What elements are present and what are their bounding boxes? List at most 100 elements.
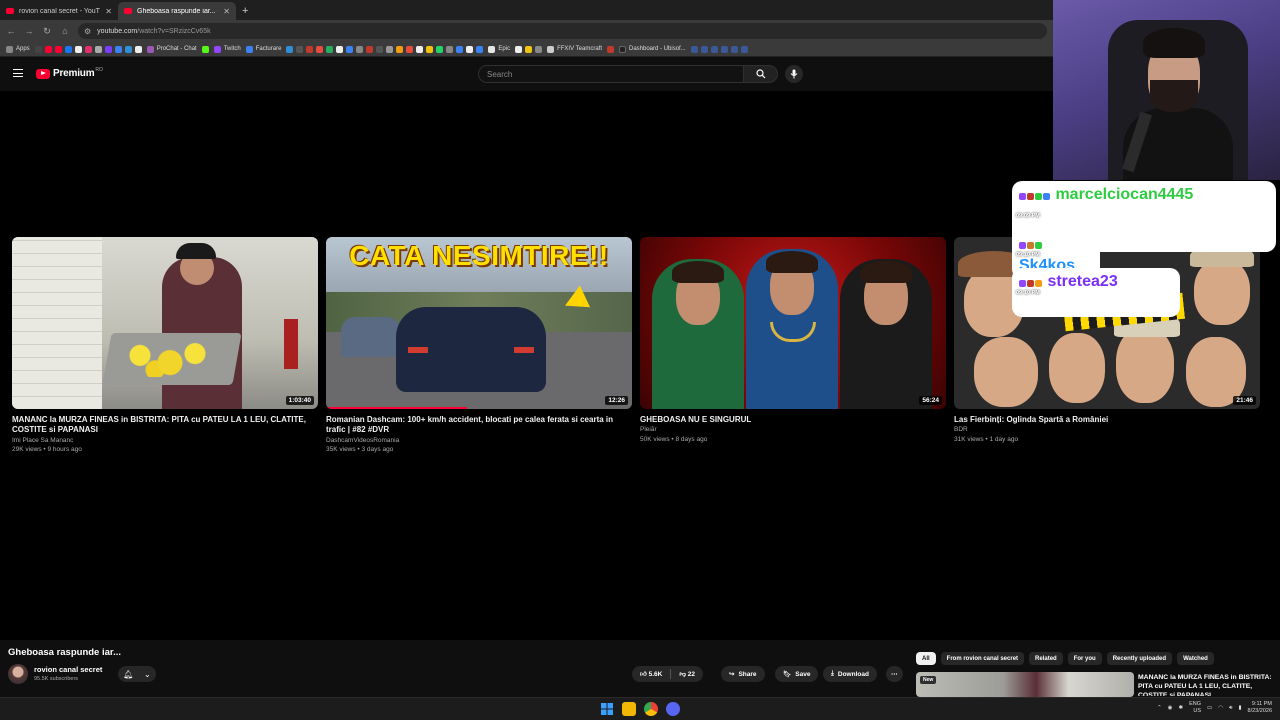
bookmark-facturare[interactable]: Facturare [245,45,281,53]
instagram-bookmark-icon[interactable] [84,45,92,53]
chip-all[interactable]: All [916,652,936,665]
search-button[interactable] [744,65,778,83]
channel-name[interactable]: rovion canal secret [34,665,102,674]
bookmark-icon[interactable] [356,45,364,53]
close-tab-icon[interactable]: ✕ [223,7,230,16]
bookmark-icon[interactable] [535,45,543,53]
bookmark-twitch[interactable]: Twitch [213,45,241,53]
home-icon[interactable]: ⌂ [60,26,70,36]
url-field[interactable]: ⚙ youtube.com/watch?v=SRzizcCv65k [78,23,1047,39]
bookmark-icon[interactable] [396,45,404,53]
wifi-icon[interactable]: ◠ [1218,705,1223,711]
x-bookmark-icon[interactable] [74,45,82,53]
chevron-up-icon[interactable]: ⌃ [1157,705,1162,711]
bookmark-icon[interactable] [94,45,102,53]
dislike-button[interactable]: 👎︎ 22 [679,670,695,678]
bookmark-icon[interactable] [730,45,738,53]
bookmark-icon[interactable] [124,45,132,53]
video-thumbnail[interactable]: 56:24 [640,237,946,409]
share-button[interactable]: ↪ Share [721,666,765,682]
whatsapp-bookmark-icon[interactable] [436,45,444,53]
bookmark-icon[interactable] [426,45,434,53]
network-icon[interactable]: ◉ [1168,705,1173,711]
windows-start-icon[interactable] [600,702,614,716]
bookmark-icon[interactable] [316,45,324,53]
browser-tab[interactable]: rovion canal secret - YouTube ✕ [0,2,118,20]
menu-icon[interactable] [13,69,23,77]
up-next-title[interactable]: MANANC la MURZA FINEAS in BISTRITA: PITA… [1138,674,1276,696]
up-next-item[interactable]: New [916,672,1136,697]
bookmark-ubisoft-dashboard[interactable]: Dashboard - Ubisof... [619,45,686,53]
video-title[interactable]: Romanian Dashcam: 100+ km/h accident, bl… [326,415,632,436]
bookmark-icon[interactable] [720,45,728,53]
bookmark-icon[interactable] [336,45,344,53]
volume-icon[interactable]: 🔊︎ [1229,705,1232,712]
channel-avatar[interactable] [8,664,28,684]
video-channel[interactable]: Pleiăr [640,425,946,434]
subscription-bell-button[interactable]: 🔔︎ ⌄ [118,666,156,682]
new-tab-icon[interactable]: + [236,2,254,20]
video-channel[interactable]: BDR [954,425,1260,434]
file-explorer-icon[interactable] [622,702,636,716]
chrome-icon[interactable] [644,702,658,716]
video-card[interactable]: 1:03:40 MANANC la MURZA FINEAS in BISTRI… [12,237,318,455]
chip-related[interactable]: Related [1029,652,1063,665]
bookmark-epic[interactable]: Epic [488,45,510,53]
video-thumbnail[interactable]: 1:03:40 [12,237,318,409]
clock[interactable]: 9:11 PM 8/23/2026 [1248,701,1272,715]
reload-icon[interactable]: ↻ [42,26,52,37]
bookmark-icon[interactable] [710,45,718,53]
browser-tab-active[interactable]: Gheboasa raspunde iar... - ✕ [118,2,236,20]
bookmark-icon[interactable] [515,45,523,53]
bookmark-icon[interactable] [700,45,708,53]
search-input[interactable]: Search [478,65,744,83]
bookmark-icon[interactable] [476,45,484,53]
bookmark-icon[interactable] [376,45,384,53]
bookmark-icon[interactable] [34,45,42,53]
youtube-bookmark-icon[interactable] [54,45,62,53]
bookmark-icon[interactable] [134,45,142,53]
display-icon[interactable]: ▭ [1207,705,1212,711]
facebook-bookmark-icon[interactable] [64,45,72,53]
bookmark-icon[interactable] [104,45,112,53]
bookmark-icon[interactable] [466,45,474,53]
discord-icon[interactable] [666,702,680,716]
like-button[interactable]: 👍︎ 5.6K [640,670,662,678]
bookmark-icon[interactable] [346,45,354,53]
bookmark-kick[interactable] [201,45,209,53]
bookmark-icon[interactable] [456,45,464,53]
bookmark-ffxiv-teamcraft[interactable]: FFXIV Teamcraft [547,45,602,53]
language-indicator[interactable]: ENG US [1189,701,1201,715]
video-title[interactable]: Las Fierbinți: Oglinda Spartă a României [954,415,1260,425]
bookmark-icon[interactable] [446,45,454,53]
bookmark-icon[interactable] [690,45,698,53]
voice-search-button[interactable] [785,65,803,83]
chip-from-channel[interactable]: From rovion canal secret [940,652,1025,665]
apps-bookmark[interactable]: Apps [6,45,30,53]
bluetooth-icon[interactable]: ✱ [1178,705,1183,711]
bookmark-icon[interactable] [306,45,314,53]
bookmark-icon[interactable] [296,45,304,53]
forward-icon[interactable]: → [24,26,34,36]
bookmark-icon[interactable] [386,45,394,53]
bookmark-icon[interactable] [607,45,614,53]
chip-recently-uploaded[interactable]: Recently uploaded [1106,652,1173,665]
youtube-premium-logo[interactable]: Premium RO [36,67,103,79]
bookmark-icon[interactable] [44,45,52,53]
bookmark-icon[interactable] [525,45,533,53]
video-thumbnail[interactable]: 21:46 [954,237,1260,409]
up-next-thumbnail[interactable] [916,672,1134,697]
video-channel[interactable]: Imi Place Sa Mananc [12,436,318,445]
bookmark-icon[interactable] [366,45,374,53]
bookmark-icon[interactable] [114,45,122,53]
more-actions-button[interactable]: ⋯ [886,666,903,682]
bookmark-icon[interactable] [286,45,294,53]
site-info-icon[interactable]: ⚙ [84,27,91,36]
battery-icon[interactable]: ▮ [1239,705,1242,711]
download-button[interactable]: ⤓ Download [823,666,877,682]
video-title[interactable]: MANANC la MURZA FINEAS in BISTRITA: PITA… [12,415,318,436]
video-thumbnail[interactable]: CATA NESIMTIRE!! 12:26 [326,237,632,409]
save-button[interactable]: 🔖︎ Save [775,666,819,682]
back-icon[interactable]: ← [6,26,16,36]
bookmark-icon[interactable] [326,45,334,53]
